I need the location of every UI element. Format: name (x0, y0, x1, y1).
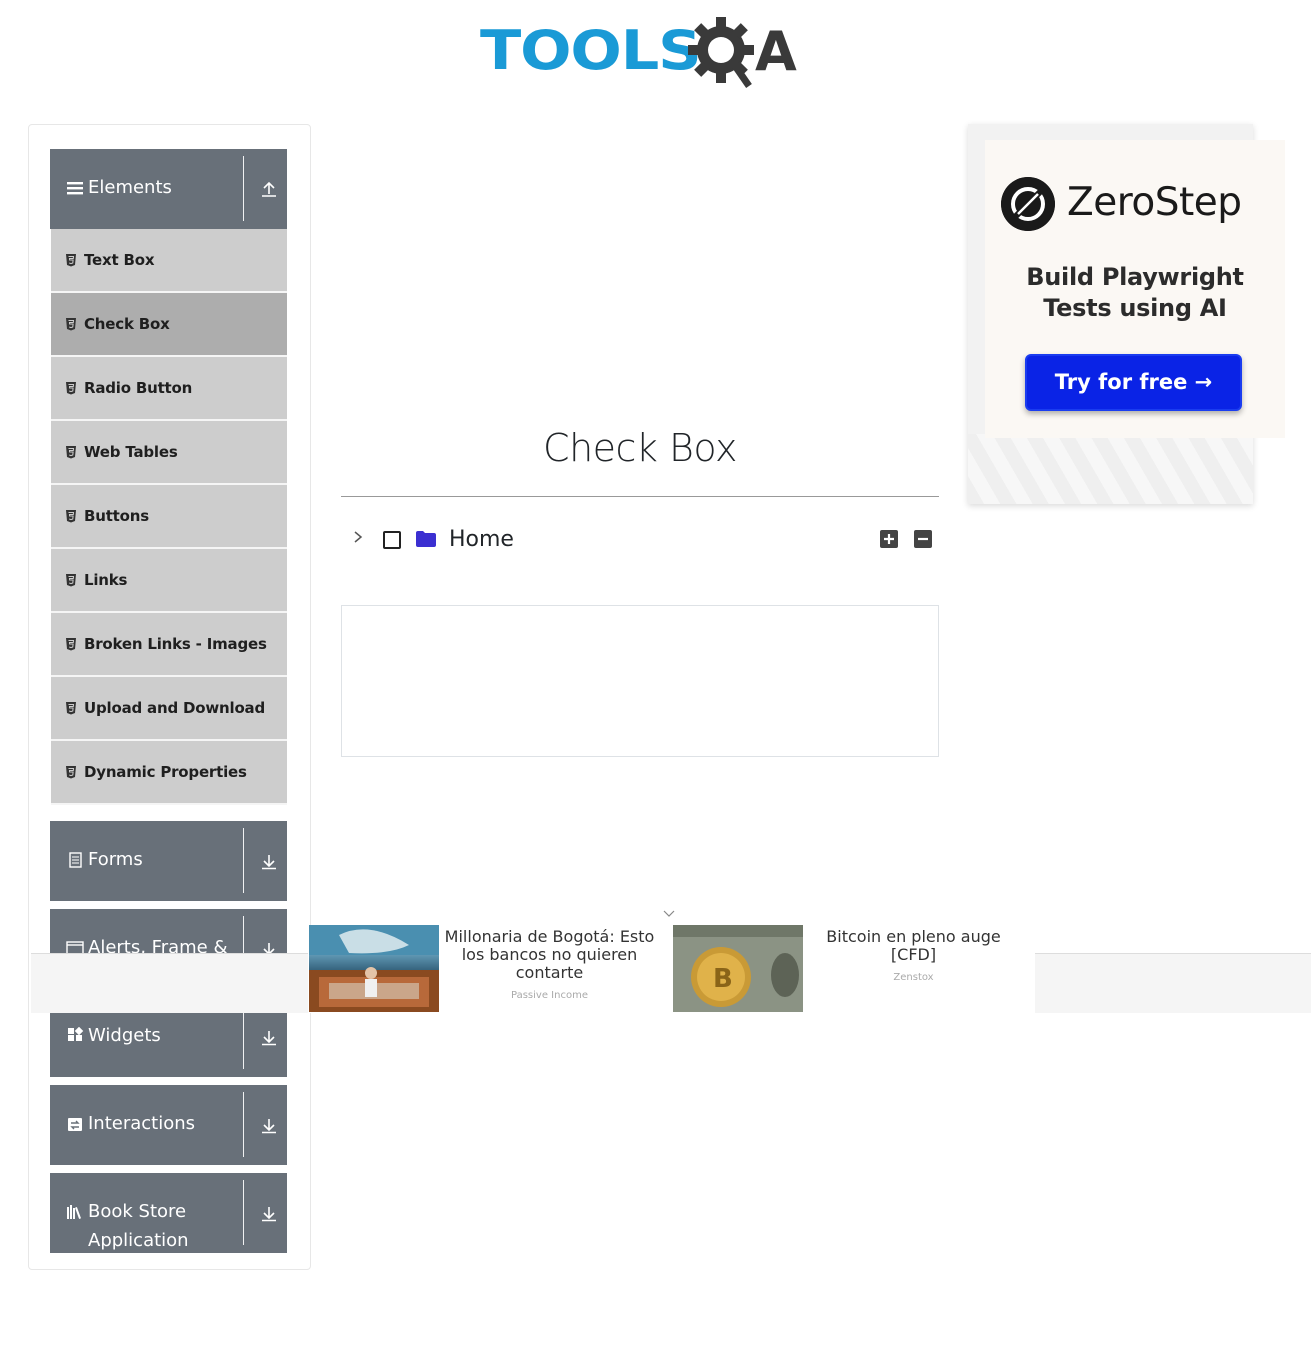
group-label: Book Store Application (88, 1201, 189, 1251)
logo-gear-qa-icon: A (688, 17, 797, 88)
sidebar-item-label: Upload and Download (84, 699, 266, 717)
html5-icon (66, 446, 76, 459)
title-divider (341, 496, 939, 497)
sidebar-item-upload-and-download[interactable]: Upload and Download (51, 677, 287, 741)
html5-icon (66, 638, 76, 651)
html5-icon (66, 702, 76, 715)
group-header-elements[interactable]: Elements (50, 149, 287, 229)
collapse-up-icon[interactable] (260, 180, 278, 198)
sidebar-item-buttons[interactable]: Buttons (51, 485, 287, 549)
svg-text:B: B (713, 964, 733, 994)
group-header-interactions[interactable]: Interactions (50, 1085, 287, 1165)
folder-icon (416, 531, 436, 547)
group-label: Elements (88, 177, 172, 198)
divider (243, 156, 244, 221)
sidebar-item-label: Web Tables (84, 443, 178, 461)
sidebar-item-label: Radio Button (84, 379, 193, 397)
ad-source-2[interactable]: Zenstox (815, 972, 1012, 983)
html5-icon (66, 574, 76, 587)
html5-icon (66, 254, 76, 267)
html5-icon (66, 382, 76, 395)
sidebar-item-web-tables[interactable]: Web Tables (51, 421, 287, 485)
page-title: Check Box (543, 426, 737, 470)
logo-text-a: A (755, 20, 797, 83)
collapse-all-icon[interactable] (913, 529, 933, 549)
group-label: Forms (88, 849, 143, 870)
hamburger-icon (67, 182, 83, 195)
sidebar-item-broken-links-images[interactable]: Broken Links - Images (51, 613, 287, 677)
document-icon (69, 852, 82, 868)
try-for-free-button[interactable]: Try for free → (1025, 354, 1242, 411)
sidebar-item-label: Dynamic Properties (84, 763, 247, 781)
ad-tagline: Build Playwright Tests using AI (1026, 263, 1244, 322)
expand-down-icon[interactable] (260, 1028, 278, 1046)
sidebar-item-label: Text Box (84, 251, 155, 269)
ad-source-1[interactable]: Passive Income (441, 990, 658, 1001)
divider (243, 828, 244, 893)
tree-node-home: Home (341, 520, 939, 560)
zerostep-ad[interactable]: ZeroStep Build Playwright Tests using AI… (985, 140, 1285, 438)
result-box (341, 605, 939, 757)
ad-headline-2[interactable]: Bitcoin en pleno auge [CFD] (815, 928, 1012, 964)
sidebar-item-check-box[interactable]: Check Box (51, 293, 287, 357)
group-label: Widgets (88, 1025, 161, 1046)
expand-all-icon[interactable] (879, 529, 899, 549)
expand-down-icon[interactable] (260, 852, 278, 870)
ad-image-boat[interactable] (309, 925, 439, 1012)
ad-brand-name: ZeroStep (1067, 180, 1242, 225)
bitcoin-image: B (673, 925, 803, 1012)
toolsqa-logo[interactable]: TOOLS A (480, 14, 805, 94)
sidebar-item-radio-button[interactable]: Radio Button (51, 357, 287, 421)
sidebar-item-links[interactable]: Links (51, 549, 287, 613)
zerostep-logo-icon (1001, 177, 1055, 231)
divider (243, 1092, 244, 1157)
sidebar-item-dynamic-properties[interactable]: Dynamic Properties (51, 741, 287, 805)
expand-down-icon[interactable] (260, 1204, 278, 1222)
tree-checkbox[interactable] (383, 531, 401, 549)
books-icon (67, 1205, 81, 1219)
sidebar-item-label: Buttons (84, 507, 149, 525)
logo-text-tools: TOOLS (480, 19, 702, 82)
tree-node-label[interactable]: Home (449, 527, 514, 552)
html5-icon (66, 510, 76, 523)
sidebar-item-label: Broken Links - Images (84, 635, 267, 653)
sidebar-item-label: Links (84, 571, 128, 589)
sidebar-item-text-box[interactable]: Text Box (51, 229, 287, 293)
divider (243, 1004, 244, 1069)
chevron-down-icon[interactable] (662, 908, 676, 920)
group-label: Interactions (88, 1113, 196, 1134)
elements-menu-list: Text Box Check Box Radio Button Web Tables B… (51, 229, 287, 805)
chevron-right-icon[interactable] (351, 529, 365, 545)
ad-headline-1[interactable]: Millonaria de Bogotá: Esto los bancos no… (441, 928, 658, 982)
boat-image (309, 925, 439, 1012)
left-sidebar: Elements Text Box Check Box Radio Button We… (28, 124, 311, 1270)
sidebar-item-label: Check Box (84, 315, 170, 333)
html5-icon (66, 318, 76, 331)
html5-icon (66, 766, 76, 779)
expand-down-icon[interactable] (260, 1116, 278, 1134)
widgets-icon (68, 1027, 84, 1041)
swap-icon (68, 1118, 82, 1131)
ad-image-bitcoin[interactable]: B (673, 925, 803, 1012)
ad-pattern (968, 434, 1253, 504)
group-header-book-store-application[interactable]: Book Store Application (50, 1173, 287, 1253)
group-header-forms[interactable]: Forms (50, 821, 287, 901)
divider (243, 1180, 244, 1245)
